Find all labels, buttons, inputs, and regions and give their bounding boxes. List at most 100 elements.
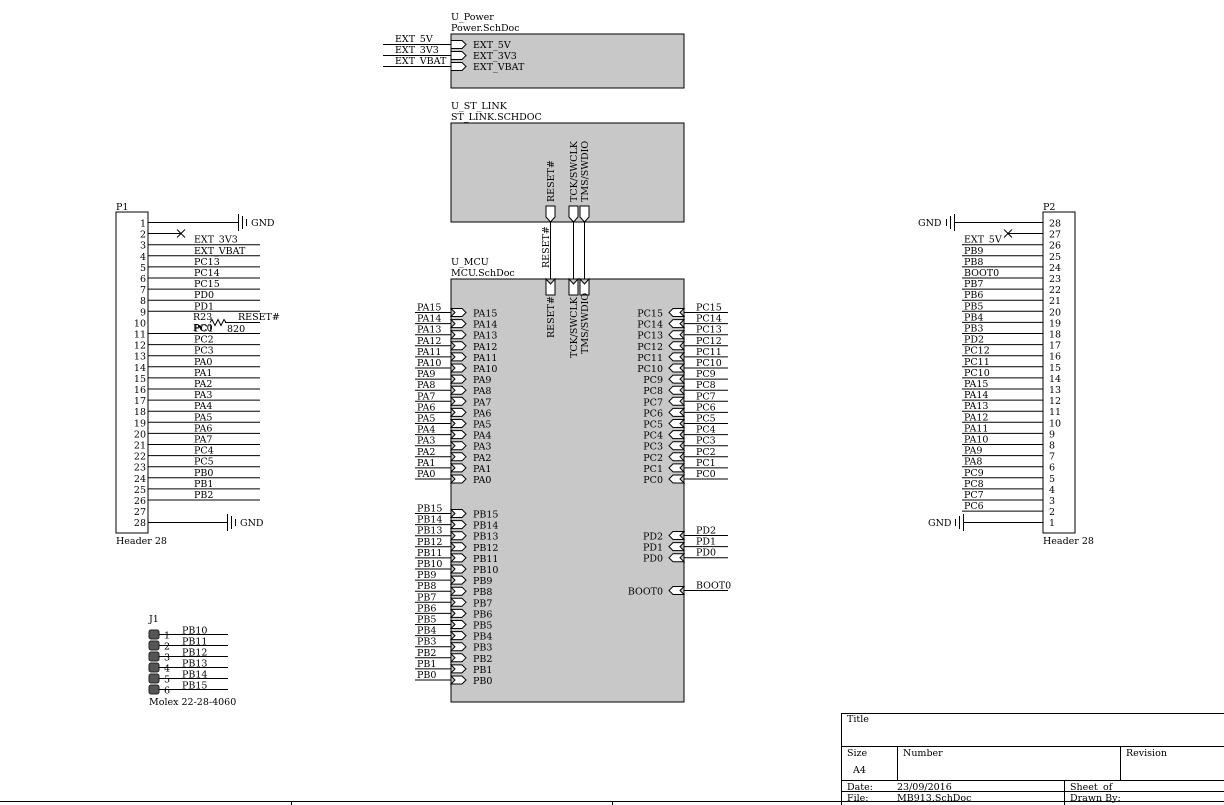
pin-number: 7 <box>140 285 146 296</box>
net-label: PA4 <box>194 401 212 412</box>
net-label: BOOT0 <box>696 581 731 592</box>
net-label: PC14 <box>696 314 722 325</box>
sheet-port-label: PA6 <box>473 408 491 419</box>
sheet-port[interactable] <box>450 62 467 71</box>
sheet-port-label: PA14 <box>473 320 497 331</box>
date-label: Date: <box>847 782 873 793</box>
net-label: PA11 <box>964 423 988 434</box>
sheet-port[interactable] <box>450 40 467 49</box>
net-label: EXT_5V <box>395 34 433 45</box>
sheet-port-label: TCK/SWCLK <box>569 296 580 358</box>
component-designator: J1 <box>148 614 159 625</box>
p1-gnd-top: GND <box>148 214 275 231</box>
resistor-r23[interactable]: R23 820 RESET# PC0 <box>193 312 280 335</box>
sheet-port-label: EXT_5V <box>473 40 511 51</box>
pin-number: 18 <box>134 407 146 418</box>
net-label: PA7 <box>194 435 212 446</box>
net-label: PA3 <box>194 390 212 401</box>
sheet-port-label: PA7 <box>473 397 491 408</box>
sheet-port[interactable] <box>450 51 467 60</box>
gnd-label: GND <box>240 518 264 529</box>
net-label: PB11 <box>417 548 442 559</box>
p2-pin27-nc <box>1003 229 1043 238</box>
net-label: PA14 <box>964 390 988 401</box>
net-label: PA10 <box>964 435 988 446</box>
sheet-port-label: PB2 <box>473 654 492 665</box>
pin-number: 13 <box>134 352 146 363</box>
pin-number: 5 <box>164 675 170 686</box>
net-label: PC6 <box>696 402 716 413</box>
net-label: PA15 <box>417 303 441 314</box>
title-block: Title Size A4 Number Revision Date: 23/0… <box>0 713 1224 805</box>
pin-number: 28 <box>1049 219 1061 230</box>
sheet-port-label: PB15 <box>473 510 498 521</box>
net-label: RESET# <box>541 226 552 268</box>
net-label: PB5 <box>417 615 436 626</box>
resistor-value: 820 <box>227 324 245 335</box>
net-label: PB2 <box>417 648 436 659</box>
net-label: PA9 <box>964 446 982 457</box>
pin-number: 10 <box>134 318 146 329</box>
pin-number: 22 <box>1049 285 1061 296</box>
connector-j1[interactable]: J1 1 PB10 2 PB11 3 PB12 4 PB13 5 PB14 6 PB15 Molex … <box>148 614 236 708</box>
net-label: PB6 <box>417 603 436 614</box>
header-p2[interactable]: P2 282726EXT_5V25PB924PB823BOOT022PB721P… <box>962 202 1094 547</box>
net-label: PC11 <box>964 357 990 368</box>
pin-number: 24 <box>1049 263 1061 274</box>
pin-number: 12 <box>134 341 146 352</box>
net-label: PA0 <box>194 357 212 368</box>
sheet-of-label: of <box>1103 782 1114 793</box>
net-label: PC8 <box>964 479 984 490</box>
net-label: PA1 <box>417 458 435 469</box>
gnd-label: GND <box>918 218 942 229</box>
net-label: PB9 <box>964 246 983 257</box>
net-label: PB13 <box>417 526 442 537</box>
sheet-port-label: PA8 <box>473 386 491 397</box>
net-label: PB0 <box>194 468 213 479</box>
net-label: PC4 <box>696 425 716 436</box>
pin-number: 9 <box>1049 429 1055 440</box>
net-label: PC7 <box>696 391 716 402</box>
sheet-u-mcu[interactable]: U_MCU MCU.SchDoc RESET# TCK/SWCLK TMS/SW… <box>449 257 686 703</box>
number-label: Number <box>903 748 943 759</box>
component-comment: Header 28 <box>1043 536 1094 547</box>
pin-number: 6 <box>140 274 146 285</box>
net-label: PA12 <box>964 412 988 423</box>
sheet-u-st-link[interactable]: U_ST_LINK ST_LINK.SCHDOC RESET# TCK/SWCL… <box>450 101 685 223</box>
sheet-port-label: PA9 <box>473 375 491 386</box>
net-label: PA8 <box>417 380 435 391</box>
net-label: PC5 <box>696 414 716 425</box>
pin-number: 25 <box>134 485 146 496</box>
sheet-port-label: PA1 <box>473 464 491 475</box>
connector-pin <box>148 662 160 673</box>
gnd-icon <box>946 214 955 231</box>
gnd-icon <box>238 214 247 231</box>
gnd-label: GND <box>928 518 952 529</box>
sheet-port-label: PA13 <box>473 331 497 342</box>
sheet-port-label: PC11 <box>637 353 663 364</box>
pin-number: 7 <box>1049 452 1055 463</box>
net-label: PA14 <box>417 314 441 325</box>
pin-number: 21 <box>134 441 146 452</box>
sheet-port-label: PB14 <box>473 521 498 532</box>
sheet-port-label: PC0 <box>643 475 663 486</box>
connector-pin <box>148 629 160 640</box>
pin-number: 25 <box>1049 252 1061 263</box>
p1-pin2-nc <box>148 229 186 238</box>
net-label: PB15 <box>182 681 207 692</box>
net-label: PA6 <box>194 423 212 434</box>
net-label: PB8 <box>417 581 436 592</box>
sheet-port-label: PB9 <box>473 576 492 587</box>
sheet-port-label: PB8 <box>473 587 492 598</box>
sheet-label: Sheet <box>1070 782 1098 793</box>
sheet-designator: U_Power <box>451 12 494 23</box>
header-p1[interactable]: P1 123EXT_3V34EXT_VBAT5PC136PC147PC158PD… <box>115 202 260 547</box>
net-label: PC6 <box>964 501 984 512</box>
sheet-port-label: PB11 <box>473 554 498 565</box>
net-label: PC9 <box>964 468 984 479</box>
pin-number: 26 <box>134 496 146 507</box>
connector-pin <box>148 684 160 695</box>
sheet-port-label: PC8 <box>643 386 663 397</box>
sheet-u-power[interactable]: U_Power Power.SchDoc EXT_5V EXT_3V3 EXT_… <box>383 12 685 89</box>
net-label: PC7 <box>964 490 984 501</box>
